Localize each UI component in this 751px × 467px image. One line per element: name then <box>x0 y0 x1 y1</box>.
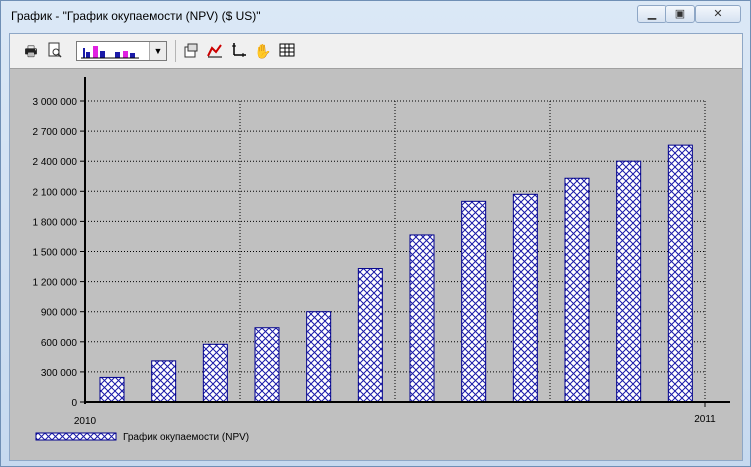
y-tick-label: 1 200 000 <box>33 278 78 289</box>
y-tick-label: 2 700 000 <box>33 127 78 138</box>
maximize-button[interactable]: ▣ <box>665 5 695 23</box>
x-tick-label: 2010 <box>74 416 97 427</box>
legend-label: График окупаемости (NPV) <box>123 431 249 443</box>
axes-icon[interactable] <box>230 42 248 60</box>
y-tick-label: 300 000 <box>41 368 78 379</box>
close-button[interactable]: ✕ <box>695 5 741 23</box>
bar <box>667 144 693 403</box>
y-tick-label: 2 400 000 <box>33 157 78 168</box>
y-tick-label: 0 <box>71 398 77 409</box>
chart-type-combo[interactable]: ▼ <box>76 41 167 61</box>
bar <box>254 327 280 403</box>
chart-properties-icon[interactable] <box>182 42 200 60</box>
table-icon[interactable] <box>278 42 296 60</box>
y-tick-label: 3 000 000 <box>33 97 78 108</box>
window-title: График - "График окупаемости (NPV) ($ US… <box>11 9 261 23</box>
bar <box>512 193 538 403</box>
legend-swatch <box>35 432 117 441</box>
y-tick-label: 600 000 <box>41 338 78 349</box>
title-bar[interactable]: График - "График окупаемости (NPV) ($ US… <box>1 1 750 31</box>
bar <box>409 234 435 403</box>
bar <box>357 268 383 403</box>
bar <box>99 376 125 403</box>
y-tick-label: 900 000 <box>41 308 78 319</box>
bar <box>306 311 332 403</box>
chevron-down-icon[interactable]: ▼ <box>149 42 166 60</box>
bar <box>202 343 228 403</box>
hand-icon[interactable]: ✋ <box>254 42 272 60</box>
bar <box>461 200 487 403</box>
minimize-icon: ▁ <box>647 8 657 20</box>
close-icon: ✕ <box>713 8 723 20</box>
bars-layer <box>99 144 693 403</box>
toolbar-separator <box>175 40 176 62</box>
chart-svg: 0 300 000 600 000 900 000 1 200 000 1 500 000… <box>33 77 730 443</box>
y-tick-label: 2 100 000 <box>33 187 78 198</box>
toolbar: 🖶 ▼ ✋ <box>10 34 742 69</box>
bar <box>616 160 642 403</box>
series-icon[interactable] <box>206 42 224 60</box>
y-tick-label: 1 500 000 <box>33 248 78 259</box>
print-preview-icon[interactable] <box>46 42 64 60</box>
grid-layer <box>85 100 706 402</box>
chart-area: 0 300 000 600 000 900 000 1 200 000 1 500 000… <box>10 69 742 460</box>
bar <box>564 177 590 403</box>
y-tick-label: 1 800 000 <box>33 217 78 228</box>
maximize-icon: ▣ <box>674 8 686 20</box>
x-tick-label: 2011 <box>694 414 716 425</box>
chart-type-preview-icon <box>81 46 139 59</box>
chart-window: График - "График окупаемости (NPV) ($ US… <box>0 0 751 467</box>
print-icon[interactable]: 🖶 <box>22 42 40 60</box>
legend: График окупаемости (NPV) <box>35 431 249 443</box>
bar <box>151 360 177 403</box>
minimize-button[interactable]: ▁ <box>637 5 667 23</box>
client-area: 🖶 ▼ ✋ 0 300 000 600 000 900 000 1 200 00… <box>9 33 743 461</box>
